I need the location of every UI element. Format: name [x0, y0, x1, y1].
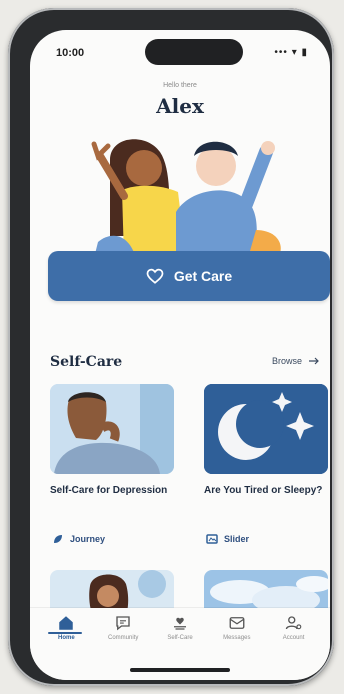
- greeting-text: Hello there: [163, 82, 197, 89]
- tab-self-care-label: Self-Care: [167, 635, 193, 641]
- hero-illustration: [91, 139, 281, 258]
- tab-community-label: Community: [108, 635, 139, 641]
- journey-label: Journey: [70, 534, 106, 544]
- home-icon: [59, 616, 74, 630]
- slider-tag: Slider: [206, 533, 249, 545]
- status-icons: ••• ▾ ▮: [274, 47, 308, 58]
- slider-icon: [206, 534, 218, 544]
- depression-card-image[interactable]: [50, 384, 174, 474]
- browse-link[interactable]: Browse: [272, 356, 320, 366]
- mail-icon: [229, 617, 245, 629]
- self-care-title: Self-Care: [50, 354, 123, 370]
- account-icon: [285, 616, 301, 630]
- chat-icon: [116, 616, 130, 631]
- sleep-card-title: Are You Tired or Sleepy?: [204, 485, 323, 496]
- self-care-icon: [173, 617, 186, 630]
- sleep-card-image[interactable]: [204, 384, 328, 474]
- status-time: 10:00: [56, 47, 85, 59]
- tab-account[interactable]: Account: [268, 614, 320, 680]
- home-indicator: [130, 668, 230, 672]
- depression-card-title: Self-Care for Depression: [50, 485, 168, 496]
- journey-tag: Journey: [52, 533, 105, 545]
- journey-icon: [54, 535, 62, 543]
- app-screen: 10:00 ••• ▾ ▮ Hello there Alex Get Care …: [30, 30, 330, 680]
- tab-home-label: Home: [58, 635, 75, 641]
- moon-stars-illustration: [204, 384, 328, 474]
- phone-frame: 10:00 ••• ▾ ▮ Hello there Alex Get Care …: [8, 8, 334, 686]
- get-care-label: Get Care: [173, 268, 233, 284]
- tab-home[interactable]: Home: [40, 614, 92, 680]
- depression-illustration: [50, 384, 174, 474]
- slider-label: Slider: [224, 534, 250, 544]
- arrow-right-icon: [309, 357, 319, 365]
- tab-messages-label: Messages: [223, 635, 251, 641]
- get-care-button[interactable]: Get Care: [48, 251, 330, 301]
- notch: [145, 39, 243, 65]
- heart-icon: [146, 268, 164, 284]
- tab-account-label: Account: [282, 635, 305, 641]
- active-tab-indicator: [48, 632, 82, 634]
- user-name: Alex: [156, 94, 204, 118]
- browse-label: Browse: [271, 356, 302, 366]
